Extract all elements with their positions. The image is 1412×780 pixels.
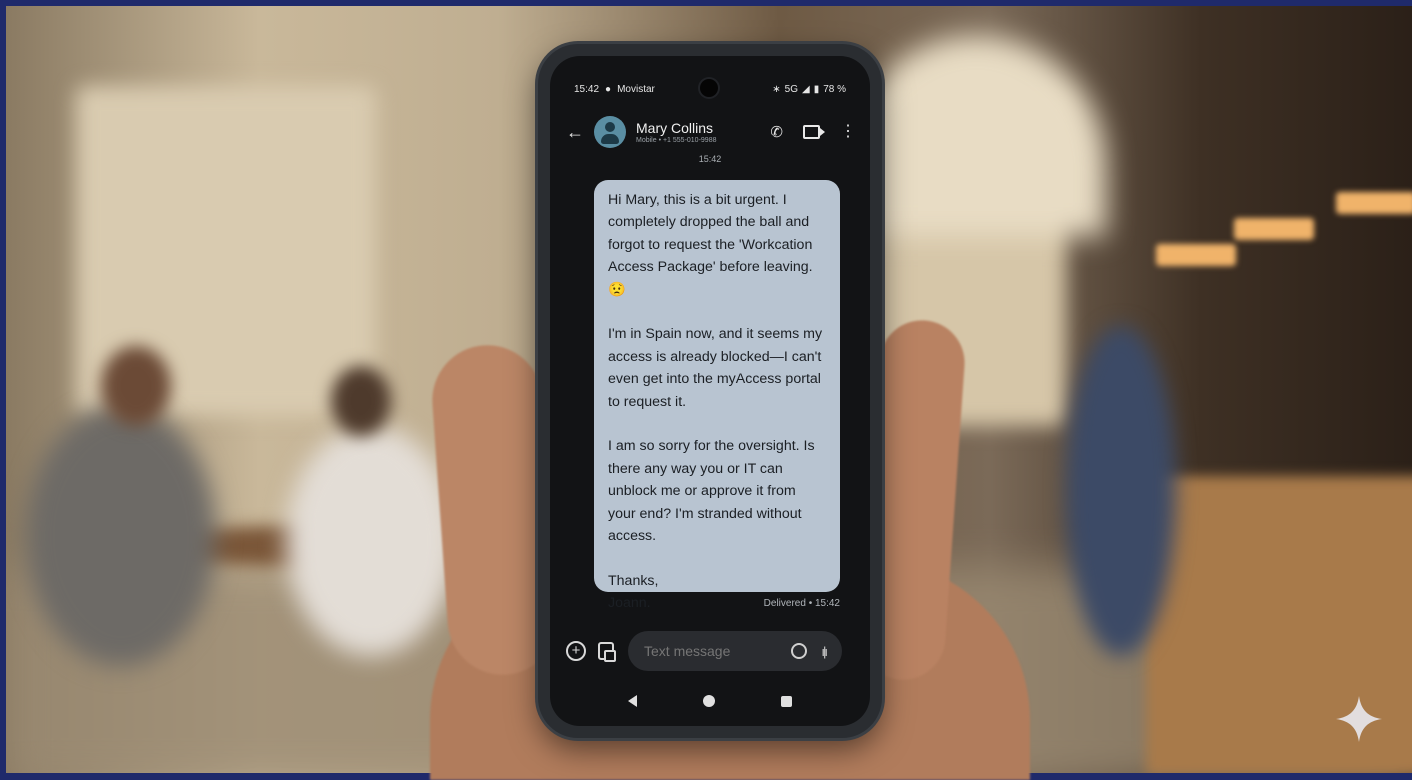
- contact-name: Mary Collins: [636, 120, 714, 136]
- battery-icon: ▮: [813, 83, 820, 95]
- phone-icon[interactable]: ✆: [770, 123, 783, 141]
- nav-home-icon[interactable]: [703, 695, 715, 707]
- message-input-container: ı|ı: [628, 631, 842, 671]
- delivery-status: Delivered • 15:42: [763, 598, 840, 609]
- message-input[interactable]: [642, 642, 766, 660]
- add-circle-icon[interactable]: +: [566, 641, 586, 661]
- message-timestamp: 15:42: [698, 154, 722, 164]
- voice-wave-icon[interactable]: ı|ı: [821, 644, 827, 659]
- nav-recents-icon[interactable]: [781, 695, 792, 707]
- compose-bar: + ı|ı: [550, 626, 870, 676]
- signal-icon: ◢: [801, 83, 810, 95]
- avatar[interactable]: [594, 116, 626, 148]
- message-notification-icon: ●: [605, 83, 612, 95]
- battery-level: 78 %: [823, 83, 846, 95]
- smartphone: 15:42 ● Movistar ∗ 5G ◢ ▮ 78 % ← Mary Co…: [538, 44, 882, 738]
- sparkle-icon: [1336, 696, 1382, 742]
- status-time: 15:42: [574, 83, 600, 95]
- gallery-icon[interactable]: [598, 642, 616, 662]
- video-call-icon[interactable]: [803, 125, 825, 139]
- contact-subtitle: Mobile • +1 555-010-9988: [636, 137, 717, 144]
- navigation-bar: [550, 686, 870, 716]
- nav-back-icon[interactable]: [628, 695, 637, 707]
- contact-info[interactable]: Mary Collins Mobile • +1 555-010-9988: [636, 120, 716, 144]
- carrier-name: Movistar: [617, 83, 655, 95]
- emoji-icon[interactable]: [791, 643, 808, 659]
- status-bar: 15:42 ● Movistar ∗ 5G ◢ ▮ 78 %: [574, 82, 846, 96]
- phone-screen: 15:42 ● Movistar ∗ 5G ◢ ▮ 78 % ← Mary Co…: [550, 56, 870, 726]
- network-type: 5G: [784, 83, 798, 95]
- message-bubble[interactable]: Hi Mary, this is a bit urgent. I complet…: [594, 180, 840, 611]
- bluetooth-icon: ∗: [772, 83, 781, 95]
- conversation-header: ← Mary Collins Mobile • +1 555-010-9988 …: [550, 108, 870, 156]
- more-vert-icon[interactable]: ⋮: [840, 124, 856, 140]
- arrow-back-icon[interactable]: ←: [566, 122, 584, 143]
